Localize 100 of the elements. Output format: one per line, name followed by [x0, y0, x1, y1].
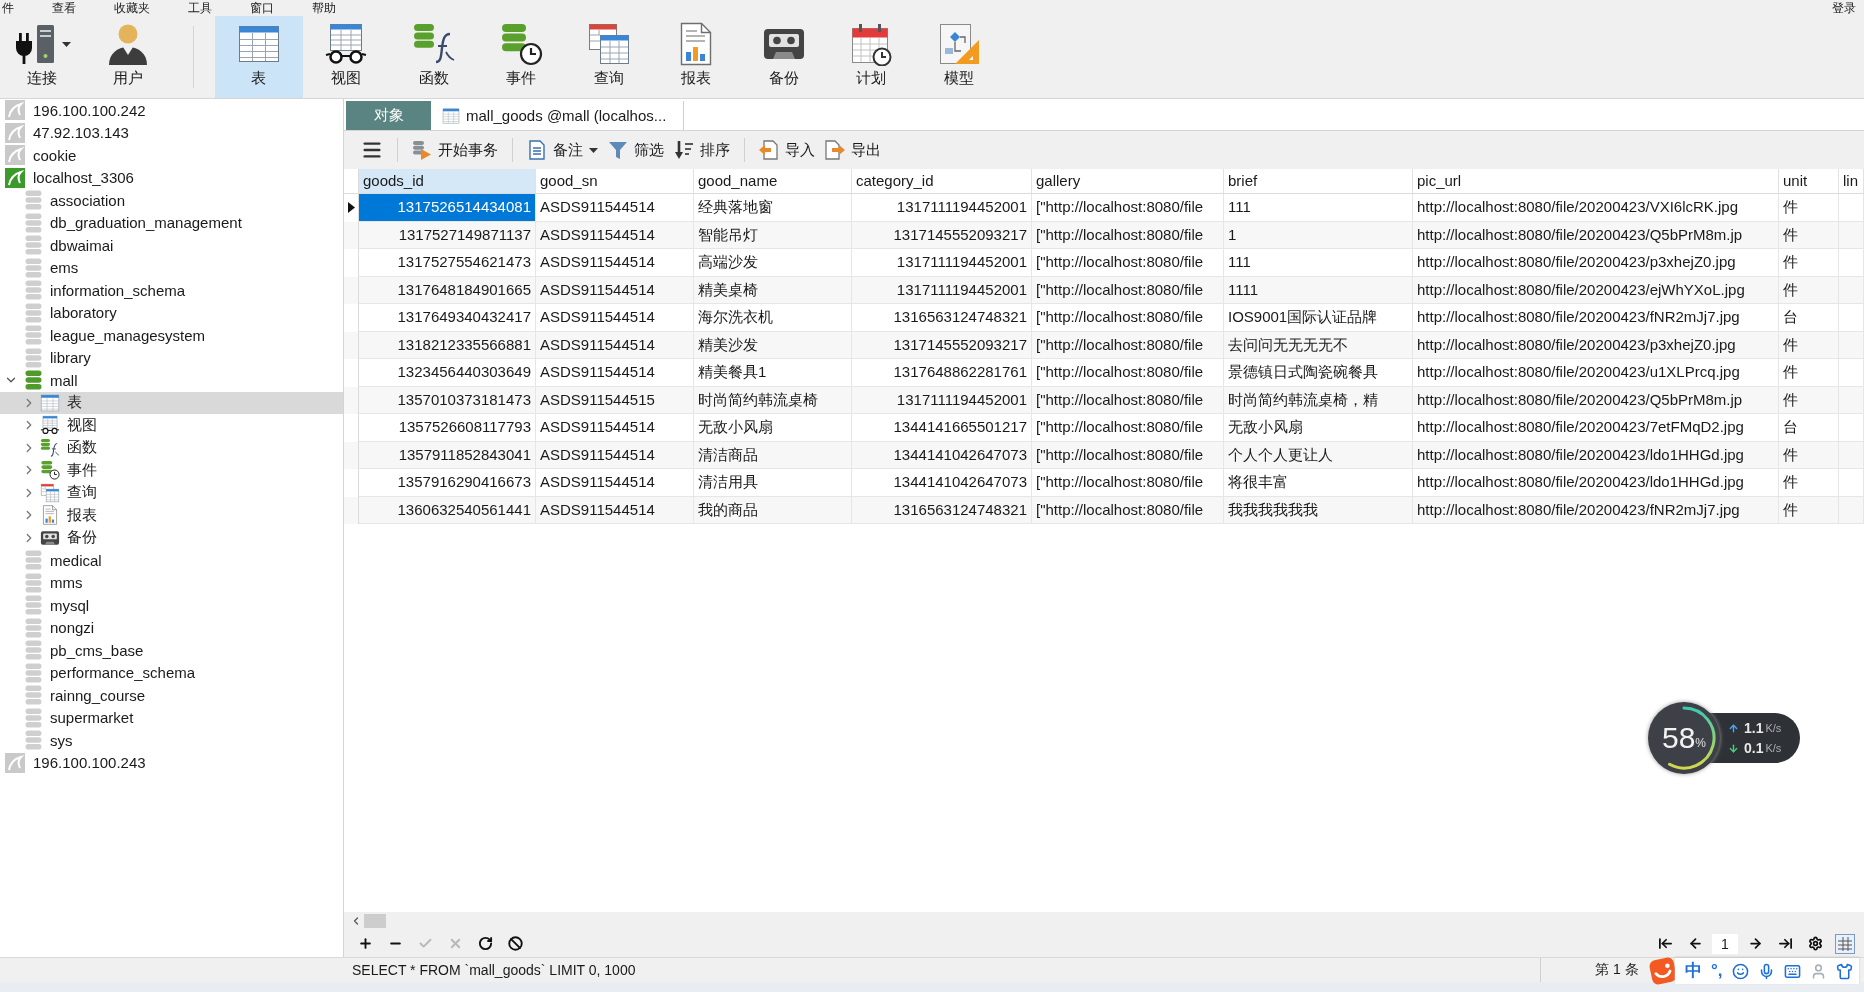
database-item[interactable]: mall — [0, 369, 343, 392]
settings-icon[interactable] — [1807, 936, 1823, 951]
table-row[interactable]: 1317527149871137 ASDS911544514 智能吊灯 1317145552093217 ["http://localhost:8080/file 1 http://localhost:8080/file/20200423/Q5bPrM8m.jp 件 — [344, 221, 1864, 249]
toolbar-button[interactable]: 备注 — [522, 135, 603, 165]
database-curve-icon — [40, 437, 60, 458]
menu-item[interactable]: 查看 — [52, 0, 76, 16]
toolbar-button[interactable]: 排序 — [669, 135, 735, 165]
toolbar-button[interactable]: 函数 — [390, 16, 478, 98]
toolbar-button[interactable]: 计划 — [827, 16, 915, 98]
stop-icon[interactable] — [507, 936, 523, 951]
smiley-icon[interactable] — [1731, 962, 1749, 980]
toolbar-button[interactable]: 事件 — [477, 16, 565, 98]
toolbar-button[interactable]: 连接 — [0, 16, 84, 98]
toolbar-button[interactable]: 视图 — [302, 16, 390, 98]
first-page-icon[interactable] — [1657, 936, 1673, 951]
table-cell: 1344141042647073 — [852, 469, 1032, 497]
ime-mode-toggle[interactable]: 中 — [1685, 961, 1702, 981]
row-pointer-icon — [347, 202, 355, 214]
toolbar-button[interactable]: 报表 — [652, 16, 740, 98]
arrow-right-icon[interactable] — [1747, 936, 1763, 951]
connection-item[interactable]: cookie — [0, 144, 343, 167]
last-page-icon[interactable] — [1777, 936, 1793, 951]
page-number-field[interactable]: 1 — [1712, 933, 1738, 954]
toolbar-button[interactable]: 导出 — [820, 135, 886, 165]
connection-item[interactable]: 196.100.100.243 — [0, 751, 343, 774]
menu-item[interactable]: 件 — [2, 0, 14, 16]
percent-unit: % — [1695, 736, 1706, 750]
database-item[interactable]: information_schema — [0, 279, 343, 302]
table-cell: http://localhost:8080/file/20200423/u1XLPrcq.jpg — [1413, 359, 1779, 387]
table-cell: 高端沙发 — [694, 249, 852, 277]
toolbar-button[interactable]: 筛选 — [603, 135, 669, 165]
tree-item[interactable]: 视图 — [0, 414, 343, 437]
database-item[interactable]: sys — [0, 729, 343, 752]
database-item[interactable]: db_graduation_management — [0, 211, 343, 234]
table-cell: 海尔洗衣机 — [694, 304, 852, 332]
connection-item[interactable]: 196.100.100.242 — [0, 99, 343, 122]
menu-item[interactable]: 收藏夹 — [114, 0, 150, 16]
database-item[interactable]: league_managesystem — [0, 324, 343, 347]
toolbar-button[interactable]: 用户 — [84, 16, 172, 98]
tree-item[interactable]: 表 — [0, 391, 343, 414]
grid-view-icon[interactable] — [1835, 933, 1855, 954]
document-icon — [527, 140, 547, 160]
plus-icon[interactable] — [357, 936, 373, 951]
table-row[interactable]: 1318212335566881 ASDS911544514 精美沙发 1317145552093217 ["http://localhost:8080/file 去问问无无无无不 http://localhost:8080/file/20200423/p3xhejZ0.jpg 件 — [344, 331, 1864, 359]
table-row[interactable]: 1317648184901665 ASDS911544514 精美桌椅 1317111194452001 ["http://localhost:8080/file 1111 http://localhost:8080/file/20200423/ejWhYXoL.jpg 件 — [344, 276, 1864, 304]
database-item[interactable]: medical — [0, 549, 343, 572]
database-item[interactable]: rainng_course — [0, 684, 343, 707]
database-item[interactable]: supermarket — [0, 706, 343, 729]
database-item[interactable]: performance_schema — [0, 661, 343, 684]
database-item[interactable]: laboratory — [0, 301, 343, 324]
usage-percent: 58 — [1661, 722, 1696, 754]
table-row[interactable]: 1357010373181473 ASDS911544515 时尚简约韩流桌椅 1317111194452001 ["http://localhost:8080/file 时尚简约韩流桌椅，精 http://localhost:8080/file/20200423/Q5bPrM8m.jp 件 — [344, 386, 1864, 414]
punctuation-toggle[interactable]: °, — [1711, 961, 1723, 981]
table-cell: 1317527554621473 — [359, 249, 536, 277]
menu-item[interactable]: 工具 — [188, 0, 212, 16]
tree-item[interactable]: 备份 — [0, 526, 343, 549]
database-item[interactable]: dbwaimai — [0, 234, 343, 257]
menu-item[interactable]: 窗口 — [250, 0, 274, 16]
login-link[interactable]: 登录 — [1832, 0, 1856, 16]
caret-icon — [62, 41, 71, 47]
database-item[interactable]: nongzi — [0, 616, 343, 639]
menu-item[interactable]: 帮助 — [312, 0, 336, 16]
tree-item[interactable]: 报表 — [0, 504, 343, 527]
tree-item[interactable]: 事件 — [0, 459, 343, 482]
table-cell: ASDS911544514 — [536, 249, 694, 277]
table-cell: 1317111194452001 — [852, 194, 1032, 222]
toolbar-button[interactable]: 导入 — [754, 135, 820, 165]
table-cell: 将很丰富 — [1224, 469, 1413, 497]
scrollbar-thumb[interactable] — [364, 914, 386, 928]
connection-item[interactable]: 47.92.103.143 — [0, 121, 343, 144]
table-cell: 台 — [1779, 414, 1839, 442]
table-cell: 件 — [1779, 194, 1839, 222]
database-item[interactable]: pb_cms_base — [0, 639, 343, 662]
shirt-icon[interactable] — [1835, 962, 1853, 980]
tree-item[interactable]: 函数 — [0, 436, 343, 459]
tree-item[interactable]: 查询 — [0, 481, 343, 504]
tab[interactable]: 对象 — [346, 101, 431, 130]
keyboard-icon[interactable] — [1783, 962, 1801, 980]
ime-logo-icon[interactable] — [1648, 956, 1678, 986]
toolbar-button[interactable]: 备份 — [740, 16, 828, 98]
toolbar-button[interactable]: 查询 — [565, 16, 653, 98]
tables-icon — [40, 482, 60, 503]
table-row[interactable]: 1357911852843041 ASDS911544514 清洁商品 1344141042647073 ["http://localhost:8080/file 个人个人更让人 http://localhost:8080/file/20200423/ldo1HHGd.jpg 件 — [344, 441, 1864, 469]
table-row[interactable]: 1360632540561441 ASDS911544514 我的商品 1316563124748321 ["http://localhost:8080/file 我我我我我我 http://localhost:8080/file/20200423/fNR2mJj7.jpg 件 — [344, 496, 1864, 524]
sort-icon — [674, 140, 694, 160]
table-cell: 件 — [1779, 469, 1839, 497]
table-cell: 1360632540561441 — [359, 496, 536, 524]
database-item[interactable]: mms — [0, 571, 343, 594]
database-item[interactable]: association — [0, 189, 343, 212]
toolbar-button[interactable]: 表 — [215, 16, 303, 98]
refresh-icon[interactable] — [477, 936, 493, 951]
table-cell: ASDS911544514 — [536, 304, 694, 332]
database-item[interactable]: ems — [0, 256, 343, 279]
table-cell: 111 — [1224, 249, 1413, 277]
database-item[interactable]: library — [0, 346, 343, 369]
toolbar-button[interactable]: 开始事务 — [407, 135, 503, 165]
connection-item[interactable]: localhost_3306 — [0, 166, 343, 189]
column-header[interactable]: goods_id — [359, 169, 536, 193]
toolbar-button[interactable]: 模型 — [915, 16, 1003, 98]
database-item[interactable]: mysql — [0, 594, 343, 617]
